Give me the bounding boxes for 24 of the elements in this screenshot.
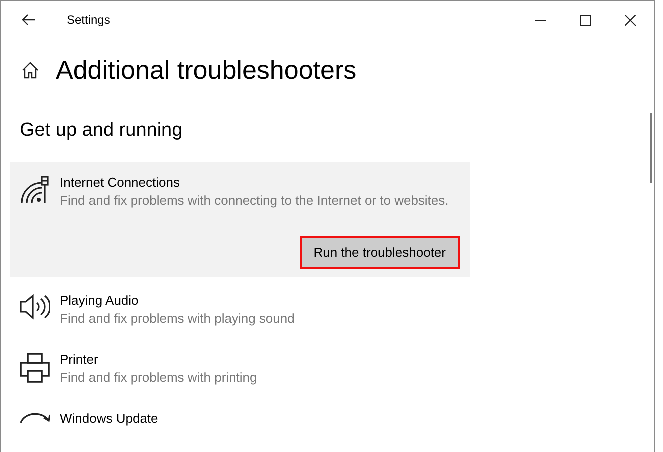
- refresh-icon: [20, 412, 50, 424]
- troubleshooter-card[interactable]: Internet Connections Find and fix problems with connecting to the Internet or to websites. Run the troubleshooter: [10, 162, 470, 277]
- wifi-network-icon: [20, 176, 50, 204]
- back-arrow-icon[interactable]: [22, 14, 36, 26]
- troubleshooter-item[interactable]: Windows Update: [10, 403, 470, 436]
- scrollbar-thumb[interactable]: [650, 113, 652, 183]
- item-description: Find and fix problems with printing: [60, 369, 258, 387]
- item-description: Find and fix problems with connecting to the Internet or to websites.: [60, 192, 449, 210]
- item-title: Printer: [60, 351, 100, 369]
- speaker-icon: [20, 294, 50, 320]
- run-troubleshooter-button[interactable]: Run the troubleshooter: [300, 236, 460, 269]
- item-title: Windows Update: [60, 410, 158, 428]
- troubleshooter-item[interactable]: Playing Audio Find and fix problems with playing sound: [10, 285, 470, 336]
- item-title: Playing Audio: [60, 292, 140, 310]
- close-icon[interactable]: [625, 14, 636, 26]
- item-title: Internet Connections: [60, 174, 181, 192]
- maximize-icon[interactable]: [580, 14, 591, 26]
- home-icon[interactable]: [22, 62, 39, 79]
- troubleshooter-item[interactable]: Printer Find and fix problems with printing: [10, 344, 470, 395]
- section-heading: Get up and running: [19, 120, 184, 142]
- page-title: Additional troubleshooters: [56, 55, 357, 86]
- item-description: Find and fix problems with playing sound: [60, 310, 295, 328]
- window-title: Settings: [67, 13, 110, 27]
- printer-icon: [20, 353, 50, 383]
